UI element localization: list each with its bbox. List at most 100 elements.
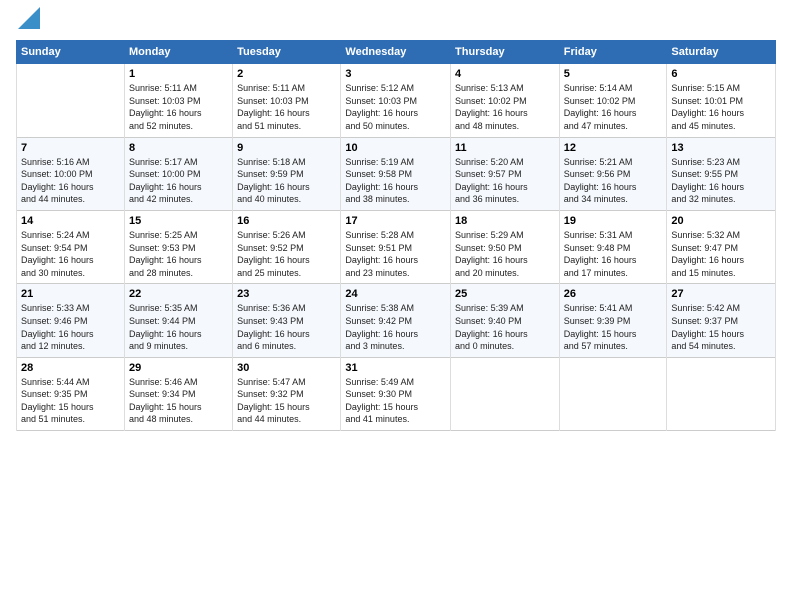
day-info: Sunrise: 5:35 AM Sunset: 9:44 PM Dayligh… — [129, 302, 228, 352]
day-cell: 26Sunrise: 5:41 AM Sunset: 9:39 PM Dayli… — [559, 284, 667, 357]
day-number: 21 — [21, 288, 120, 300]
col-header-thursday: Thursday — [451, 41, 560, 64]
day-number: 4 — [455, 68, 555, 80]
day-info: Sunrise: 5:39 AM Sunset: 9:40 PM Dayligh… — [455, 302, 555, 352]
col-header-monday: Monday — [124, 41, 232, 64]
week-row-2: 7Sunrise: 5:16 AM Sunset: 10:00 PM Dayli… — [17, 137, 776, 210]
col-header-sunday: Sunday — [17, 41, 125, 64]
day-info: Sunrise: 5:25 AM Sunset: 9:53 PM Dayligh… — [129, 229, 228, 279]
day-number: 20 — [671, 215, 771, 227]
day-cell: 15 Sunrise: 5:25 AM Sunset: 9:53 PM Dayli… — [124, 210, 232, 283]
day-info: Sunrise: 5:49 AM Sunset: 9:30 PM Dayligh… — [345, 376, 446, 426]
logo-icon — [18, 7, 40, 29]
day-info: Sunrise: 5:36 AM Sunset: 9:43 PM Dayligh… — [237, 302, 336, 352]
day-cell: 23 Sunrise: 5:36 AM Sunset: 9:43 PM Dayli… — [233, 284, 341, 357]
week-row-1: 1 Sunrise: 5:11 AM Sunset: 10:03 PM Dayli… — [17, 64, 776, 137]
day-number: 14 — [21, 215, 120, 227]
day-number: 29 — [129, 362, 228, 374]
day-number: 22 — [129, 288, 228, 300]
day-number: 16 — [237, 215, 336, 227]
day-info: Sunrise: 5:18 AM Sunset: 9:59 PM Dayligh… — [237, 156, 336, 206]
day-cell: 8 Sunrise: 5:17 AM Sunset: 10:00 PM Dayli… — [124, 137, 232, 210]
day-number: 23 — [237, 288, 336, 300]
day-cell: 1 Sunrise: 5:11 AM Sunset: 10:03 PM Dayli… — [124, 64, 232, 137]
day-cell: 7Sunrise: 5:16 AM Sunset: 10:00 PM Dayli… — [17, 137, 125, 210]
day-info: Sunrise: 5:13 AM Sunset: 10:02 PM Daylig… — [455, 82, 555, 132]
day-number: 1 — [129, 68, 228, 80]
day-cell — [451, 357, 560, 430]
day-cell: 28 Sunrise: 5:44 AM Sunset: 9:35 PM Dayli… — [17, 357, 125, 430]
day-cell: 5 Sunrise: 5:14 AM Sunset: 10:02 PM Dayli… — [559, 64, 667, 137]
day-info: Sunrise: 5:26 AM Sunset: 9:52 PM Dayligh… — [237, 229, 336, 279]
day-number: 6 — [671, 68, 771, 80]
day-cell: 27Sunrise: 5:42 AM Sunset: 9:37 PM Dayli… — [667, 284, 776, 357]
day-info: Sunrise: 5:41 AM Sunset: 9:39 PM Dayligh… — [564, 302, 663, 352]
col-header-saturday: Saturday — [667, 41, 776, 64]
col-header-friday: Friday — [559, 41, 667, 64]
col-header-wednesday: Wednesday — [341, 41, 451, 64]
day-number: 28 — [21, 362, 120, 374]
day-number: 24 — [345, 288, 446, 300]
day-info: Sunrise: 5:44 AM Sunset: 9:35 PM Dayligh… — [21, 376, 120, 426]
day-info: Sunrise: 5:47 AM Sunset: 9:32 PM Dayligh… — [237, 376, 336, 426]
day-info: Sunrise: 5:11 AM Sunset: 10:03 PM Daylig… — [129, 82, 228, 132]
day-cell: 17 Sunrise: 5:28 AM Sunset: 9:51 PM Dayli… — [341, 210, 451, 283]
day-info: Sunrise: 5:19 AM Sunset: 9:58 PM Dayligh… — [345, 156, 446, 206]
day-number: 10 — [345, 142, 446, 154]
day-number: 13 — [671, 142, 771, 154]
day-cell: 24 Sunrise: 5:38 AM Sunset: 9:42 PM Dayli… — [341, 284, 451, 357]
day-info: Sunrise: 5:20 AM Sunset: 9:57 PM Dayligh… — [455, 156, 555, 206]
day-cell: 22 Sunrise: 5:35 AM Sunset: 9:44 PM Dayli… — [124, 284, 232, 357]
day-cell: 6Sunrise: 5:15 AM Sunset: 10:01 PM Dayli… — [667, 64, 776, 137]
day-cell: 25 Sunrise: 5:39 AM Sunset: 9:40 PM Dayli… — [451, 284, 560, 357]
day-info: Sunrise: 5:11 AM Sunset: 10:03 PM Daylig… — [237, 82, 336, 132]
day-info: Sunrise: 5:14 AM Sunset: 10:02 PM Daylig… — [564, 82, 663, 132]
day-info: Sunrise: 5:17 AM Sunset: 10:00 PM Daylig… — [129, 156, 228, 206]
day-info: Sunrise: 5:42 AM Sunset: 9:37 PM Dayligh… — [671, 302, 771, 352]
day-cell: 14Sunrise: 5:24 AM Sunset: 9:54 PM Dayli… — [17, 210, 125, 283]
day-info: Sunrise: 5:29 AM Sunset: 9:50 PM Dayligh… — [455, 229, 555, 279]
day-cell: 13 Sunrise: 5:23 AM Sunset: 9:55 PM Dayli… — [667, 137, 776, 210]
day-number: 5 — [564, 68, 663, 80]
day-cell: 4 Sunrise: 5:13 AM Sunset: 10:02 PM Dayli… — [451, 64, 560, 137]
day-cell — [17, 64, 125, 137]
day-number: 17 — [345, 215, 446, 227]
day-cell — [559, 357, 667, 430]
day-info: Sunrise: 5:32 AM Sunset: 9:47 PM Dayligh… — [671, 229, 771, 279]
calendar-table: SundayMondayTuesdayWednesdayThursdayFrid… — [16, 40, 776, 431]
day-info: Sunrise: 5:38 AM Sunset: 9:42 PM Dayligh… — [345, 302, 446, 352]
day-cell: 9Sunrise: 5:18 AM Sunset: 9:59 PM Daylig… — [233, 137, 341, 210]
day-number: 11 — [455, 142, 555, 154]
week-row-3: 14Sunrise: 5:24 AM Sunset: 9:54 PM Dayli… — [17, 210, 776, 283]
day-number: 31 — [345, 362, 446, 374]
logo — [16, 10, 40, 34]
day-info: Sunrise: 5:33 AM Sunset: 9:46 PM Dayligh… — [21, 302, 120, 352]
day-cell: 18 Sunrise: 5:29 AM Sunset: 9:50 PM Dayli… — [451, 210, 560, 283]
week-row-4: 21 Sunrise: 5:33 AM Sunset: 9:46 PM Dayli… — [17, 284, 776, 357]
day-number: 18 — [455, 215, 555, 227]
header-row: SundayMondayTuesdayWednesdayThursdayFrid… — [17, 41, 776, 64]
page: SundayMondayTuesdayWednesdayThursdayFrid… — [0, 0, 792, 441]
day-cell: 19Sunrise: 5:31 AM Sunset: 9:48 PM Dayli… — [559, 210, 667, 283]
day-cell: 21 Sunrise: 5:33 AM Sunset: 9:46 PM Dayli… — [17, 284, 125, 357]
day-number: 15 — [129, 215, 228, 227]
day-number: 12 — [564, 142, 663, 154]
day-number: 3 — [345, 68, 446, 80]
day-cell: 30 Sunrise: 5:47 AM Sunset: 9:32 PM Dayli… — [233, 357, 341, 430]
day-info: Sunrise: 5:28 AM Sunset: 9:51 PM Dayligh… — [345, 229, 446, 279]
day-info: Sunrise: 5:21 AM Sunset: 9:56 PM Dayligh… — [564, 156, 663, 206]
day-cell: 3Sunrise: 5:12 AM Sunset: 10:03 PM Dayli… — [341, 64, 451, 137]
day-cell: 2Sunrise: 5:11 AM Sunset: 10:03 PM Dayli… — [233, 64, 341, 137]
day-info: Sunrise: 5:31 AM Sunset: 9:48 PM Dayligh… — [564, 229, 663, 279]
day-number: 25 — [455, 288, 555, 300]
day-number: 30 — [237, 362, 336, 374]
day-cell: 20 Sunrise: 5:32 AM Sunset: 9:47 PM Dayli… — [667, 210, 776, 283]
day-info: Sunrise: 5:46 AM Sunset: 9:34 PM Dayligh… — [129, 376, 228, 426]
day-cell: 12 Sunrise: 5:21 AM Sunset: 9:56 PM Dayli… — [559, 137, 667, 210]
day-cell: 29 Sunrise: 5:46 AM Sunset: 9:34 PM Dayli… — [124, 357, 232, 430]
day-info: Sunrise: 5:23 AM Sunset: 9:55 PM Dayligh… — [671, 156, 771, 206]
day-number: 7 — [21, 142, 120, 154]
day-cell — [667, 357, 776, 430]
day-cell: 16 Sunrise: 5:26 AM Sunset: 9:52 PM Dayli… — [233, 210, 341, 283]
day-number: 8 — [129, 142, 228, 154]
